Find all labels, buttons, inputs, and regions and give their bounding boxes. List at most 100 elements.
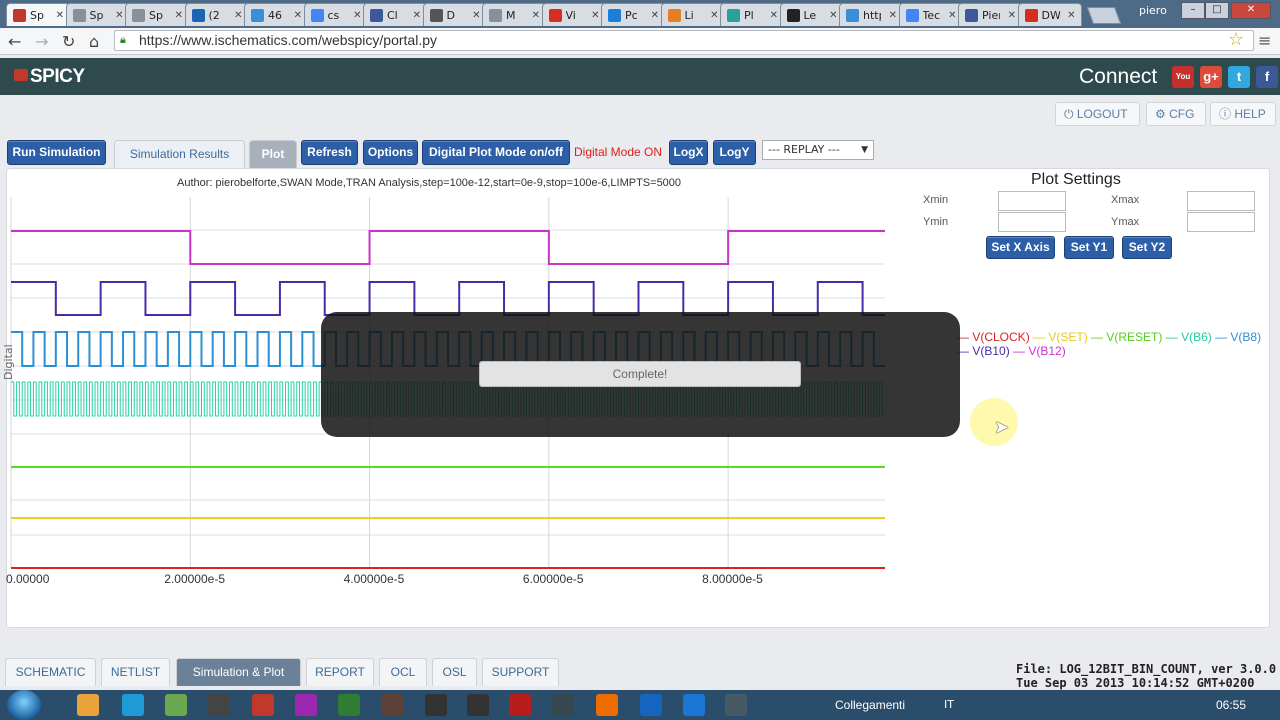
set-x-axis-button[interactable]: Set X Axis bbox=[986, 236, 1055, 259]
tab-simulation-plot[interactable]: Simulation & Plot bbox=[176, 658, 301, 686]
ymax-input[interactable] bbox=[1187, 212, 1255, 232]
tab-plot[interactable]: Plot bbox=[249, 140, 297, 168]
tab-close-icon[interactable]: ✕ bbox=[175, 10, 183, 21]
start-button[interactable] bbox=[7, 690, 41, 720]
new-tab-button[interactable] bbox=[1086, 7, 1122, 24]
browser-tab[interactable]: (2 ✕ bbox=[184, 3, 249, 26]
taskbar-app-icon[interactable] bbox=[509, 694, 531, 716]
lock-icon[interactable]: 🔒︎ bbox=[120, 33, 132, 46]
replay-select[interactable]: --- REPLAY --- ▼ bbox=[762, 140, 874, 160]
browser-tab[interactable]: Sp ✕ bbox=[6, 3, 70, 26]
taskbar-app-icon[interactable] bbox=[208, 694, 230, 716]
tab-close-icon[interactable]: ✕ bbox=[294, 10, 302, 21]
forward-icon[interactable]: → bbox=[35, 32, 48, 51]
minimize-icon[interactable]: – bbox=[1181, 2, 1205, 19]
browser-tab[interactable]: DWS ✕ bbox=[1017, 3, 1082, 26]
tab-close-icon[interactable]: ✕ bbox=[591, 10, 599, 21]
address-url[interactable]: https://www.ischematics.com/webspicy/por… bbox=[139, 32, 437, 48]
taskbar-language[interactable]: IT bbox=[944, 698, 954, 711]
cfg-button[interactable]: ⚙ CFG bbox=[1146, 102, 1206, 126]
taskbar-app-icon[interactable] bbox=[165, 694, 187, 716]
tab-close-icon[interactable]: ✕ bbox=[710, 10, 718, 21]
logy-button[interactable]: LogY bbox=[713, 140, 756, 165]
taskbar-app-icon[interactable] bbox=[683, 694, 705, 716]
reload-icon[interactable]: ↻ bbox=[62, 32, 75, 51]
taskbar-app-icon[interactable] bbox=[381, 694, 403, 716]
digital-plot-mode-button[interactable]: Digital Plot Mode on/off bbox=[422, 140, 570, 165]
ymin-input[interactable] bbox=[998, 212, 1066, 232]
tab-close-icon[interactable]: ✕ bbox=[948, 10, 956, 21]
tab-support[interactable]: SUPPORT bbox=[482, 658, 559, 686]
tab-close-icon[interactable]: ✕ bbox=[770, 10, 778, 21]
browser-tab[interactable]: Tech ✕ bbox=[898, 3, 963, 26]
browser-tab[interactable]: Sp ✕ bbox=[125, 3, 189, 26]
help-button[interactable]: ⓘ HELP bbox=[1210, 102, 1276, 126]
browser-tab[interactable]: Li ✕ bbox=[660, 3, 725, 26]
tab-schematic[interactable]: SCHEMATIC bbox=[5, 658, 96, 686]
taskbar-app-icon[interactable] bbox=[77, 694, 99, 716]
browser-tab[interactable]: http: ✕ bbox=[839, 3, 903, 26]
browser-tab[interactable]: 46 ✕ bbox=[244, 3, 308, 26]
taskbar-app-icon[interactable] bbox=[295, 694, 317, 716]
app-logo[interactable]: SPICY bbox=[14, 66, 85, 88]
set-y2-button[interactable]: Set Y2 bbox=[1122, 236, 1172, 259]
logx-button[interactable]: LogX bbox=[669, 140, 708, 165]
window-close-icon[interactable]: ✕ bbox=[1231, 2, 1271, 19]
tab-close-icon[interactable]: ✕ bbox=[1067, 10, 1075, 21]
refresh-button[interactable]: Refresh bbox=[301, 140, 358, 165]
browser-tab[interactable]: D ✕ bbox=[422, 3, 487, 26]
bookmark-star-icon[interactable]: ☆ bbox=[1228, 29, 1244, 50]
taskbar-app-icon[interactable] bbox=[725, 694, 747, 716]
tab-close-icon[interactable]: ✕ bbox=[889, 10, 897, 21]
maximize-icon[interactable]: □ bbox=[1205, 2, 1229, 19]
browser-tab[interactable]: Cl ✕ bbox=[363, 3, 427, 26]
tab-close-icon[interactable]: ✕ bbox=[651, 10, 659, 21]
tab-osl[interactable]: OSL bbox=[432, 658, 477, 686]
taskbar-app-icon[interactable] bbox=[640, 694, 662, 716]
tab-close-icon[interactable]: ✕ bbox=[115, 10, 123, 21]
options-button[interactable]: Options bbox=[363, 140, 418, 165]
taskbar-clock[interactable]: 06:55 bbox=[1216, 698, 1246, 712]
taskbar-app-icon[interactable] bbox=[552, 694, 574, 716]
xmin-input[interactable] bbox=[998, 191, 1066, 211]
home-icon[interactable]: ⌂ bbox=[89, 32, 99, 51]
social-link-icon[interactable]: You bbox=[1172, 66, 1194, 88]
taskbar-app-icon[interactable] bbox=[596, 694, 618, 716]
tab-close-icon[interactable]: ✕ bbox=[532, 10, 540, 21]
browser-tab[interactable]: M ✕ bbox=[482, 3, 546, 26]
logout-button[interactable]: ⏻ LOGOUT bbox=[1055, 102, 1140, 126]
browser-user-name[interactable]: piero bbox=[1139, 4, 1167, 17]
taskbar-links[interactable]: Collegamenti bbox=[835, 698, 905, 712]
tab-close-icon[interactable]: ✕ bbox=[234, 10, 242, 21]
browser-tab[interactable]: Pl ✕ bbox=[720, 3, 784, 26]
tab-close-icon[interactable]: ✕ bbox=[472, 10, 480, 21]
tab-close-icon[interactable]: ✕ bbox=[829, 10, 837, 21]
set-y1-button[interactable]: Set Y1 bbox=[1064, 236, 1114, 259]
browser-tab[interactable]: Pierc ✕ bbox=[958, 3, 1022, 26]
tab-report[interactable]: REPORT bbox=[306, 658, 374, 686]
social-link-icon[interactable]: f bbox=[1256, 66, 1278, 88]
tab-close-icon[interactable]: ✕ bbox=[413, 10, 421, 21]
browser-tab[interactable]: Sp ✕ bbox=[65, 3, 130, 26]
taskbar-app-icon[interactable] bbox=[467, 694, 489, 716]
browser-tab[interactable]: Vi ✕ bbox=[541, 3, 606, 26]
browser-menu-icon[interactable]: ≡ bbox=[1258, 31, 1271, 50]
tab-close-icon[interactable]: ✕ bbox=[56, 10, 64, 21]
tab-close-icon[interactable]: ✕ bbox=[1008, 10, 1016, 21]
tab-simulation-results[interactable]: Simulation Results bbox=[114, 140, 245, 168]
browser-tab[interactable]: Pc ✕ bbox=[601, 3, 665, 26]
taskbar-app-icon[interactable] bbox=[338, 694, 360, 716]
social-link-icon[interactable]: g+ bbox=[1200, 66, 1222, 88]
browser-tab[interactable]: cs ✕ bbox=[303, 3, 368, 26]
taskbar-app-icon[interactable] bbox=[122, 694, 144, 716]
social-link-icon[interactable]: t bbox=[1228, 66, 1250, 88]
taskbar-app-icon[interactable] bbox=[425, 694, 447, 716]
back-icon[interactable]: ← bbox=[8, 32, 21, 51]
browser-tab[interactable]: Le ✕ bbox=[779, 3, 844, 26]
tab-close-icon[interactable]: ✕ bbox=[353, 10, 361, 21]
run-simulation-button[interactable]: Run Simulation bbox=[7, 140, 106, 165]
tab-netlist[interactable]: NETLIST bbox=[101, 658, 170, 686]
tab-ocl[interactable]: OCL bbox=[379, 658, 427, 686]
taskbar-app-icon[interactable] bbox=[252, 694, 274, 716]
xmax-input[interactable] bbox=[1187, 191, 1255, 211]
